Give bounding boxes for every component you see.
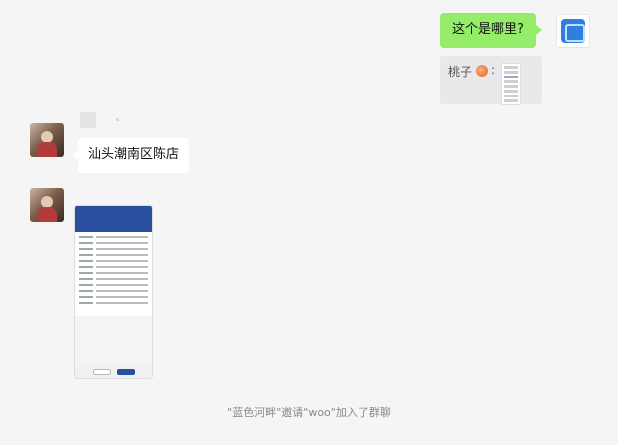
- peach-icon: [476, 65, 489, 77]
- my-avatar[interactable]: [556, 14, 590, 48]
- other-avatar[interactable]: [30, 123, 64, 157]
- other-avatar-2[interactable]: [30, 188, 64, 222]
- quoted-sender: 桃子: [448, 65, 473, 79]
- other-message-bubble[interactable]: 汕头潮南区陈店: [71, 138, 190, 173]
- my-message-text: 这个是哪里?: [452, 22, 524, 37]
- system-notice: "蓝色河畔"邀请"woo"加入了群聊: [227, 406, 391, 419]
- phone-screenshot-image[interactable]: [74, 205, 153, 379]
- image-placeholder: [80, 112, 96, 128]
- quote-separator: :: [491, 63, 496, 77]
- quoted-image-thumbnail[interactable]: [501, 63, 522, 105]
- other-message-text: 汕头潮南区陈店: [88, 147, 180, 162]
- app-logo-icon: [561, 19, 585, 43]
- my-message-bubble[interactable]: 这个是哪里?: [440, 13, 542, 48]
- quoted-message[interactable]: 桃子 :: [440, 56, 542, 105]
- small-dot: [116, 118, 119, 121]
